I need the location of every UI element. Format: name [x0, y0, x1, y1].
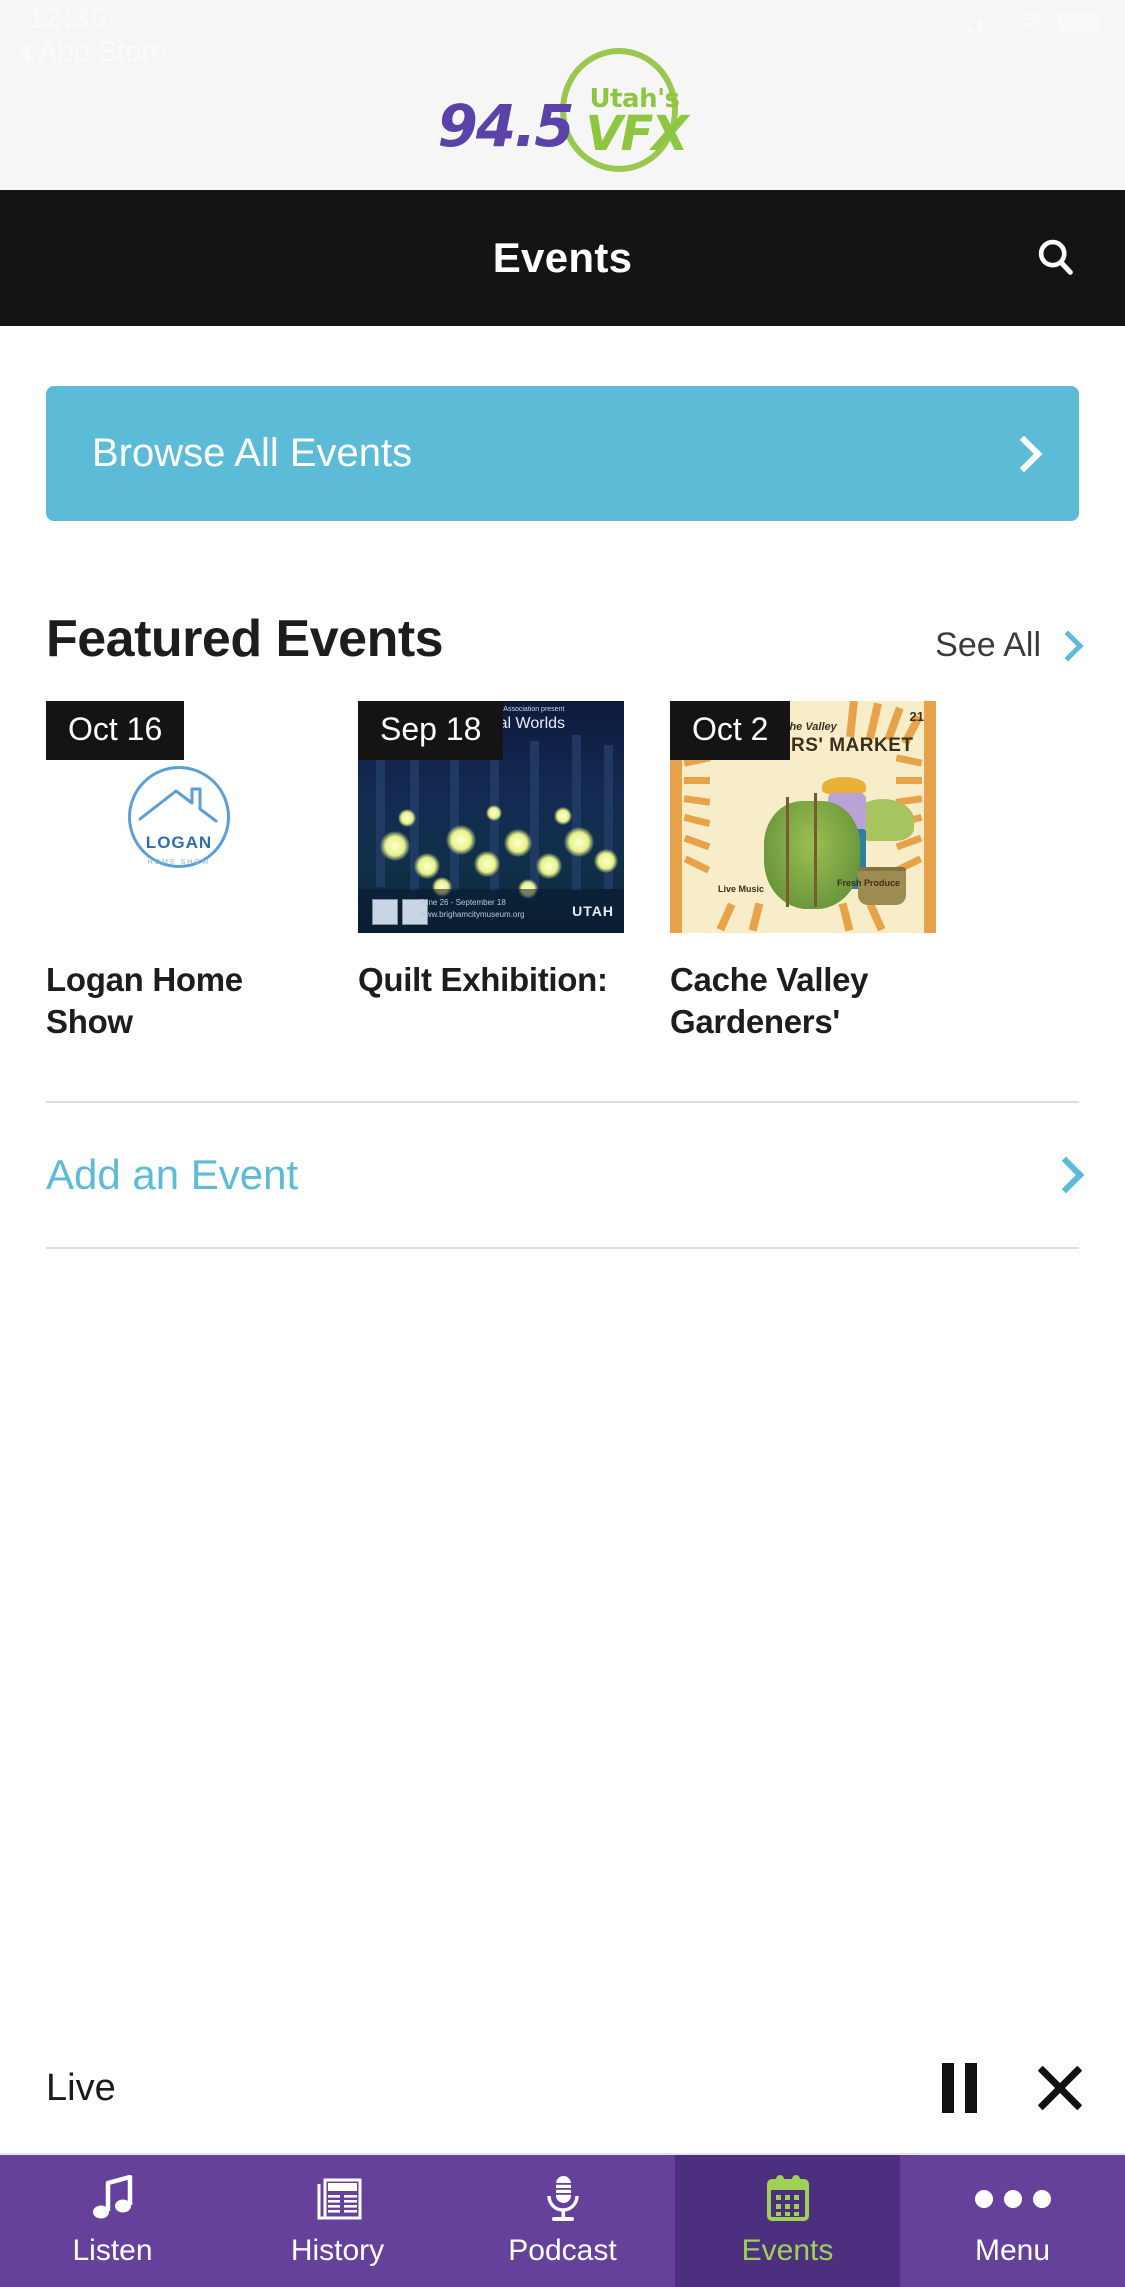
back-triangle-icon [18, 43, 30, 62]
page-title: Events [492, 234, 633, 281]
browse-all-events-button[interactable]: Browse All Events [46, 386, 1079, 521]
event-card[interactable]: Oct 16 LOGAN HOME SHOW Logan Home Show [46, 701, 312, 1043]
back-to-app-store-link[interactable]: App Store [18, 36, 167, 69]
tab-podcast[interactable]: Podcast [450, 2155, 675, 2287]
poster-sponsor-logo [372, 899, 398, 925]
station-logo: 94.5 Utah's VFX [438, 48, 688, 178]
chevron-right-icon [1005, 435, 1043, 472]
add-event-label: Add an Event [46, 1151, 299, 1199]
page-header: Events [0, 190, 1125, 326]
event-card[interactable]: Sep 18 Utah Art Quilt Association presen… [358, 701, 624, 1043]
add-event-row[interactable]: Add an Event [46, 1101, 1085, 1250]
see-all-label: See All [935, 626, 1041, 664]
tab-listen[interactable]: Listen [0, 2155, 225, 2287]
pause-icon[interactable] [942, 2063, 977, 2113]
tab-label: Podcast [508, 2234, 617, 2267]
bottom-tab-bar: Listen History Podcast Events Menu [0, 2153, 1125, 2287]
logo-frequency: 94.5 [437, 92, 575, 160]
event-date-badge: Sep 18 [358, 701, 504, 760]
section-title: Featured Events [46, 610, 444, 668]
wifi-icon [1015, 11, 1043, 34]
poster-dates-text: June 26 - September 18 [420, 898, 506, 907]
battery-icon [1057, 13, 1100, 33]
logo-wordmark: LOGAN [145, 833, 213, 853]
mini-player: Live [0, 2023, 1125, 2153]
poster-plant-shape [764, 801, 860, 909]
status-time: 12:36 [28, 2, 108, 35]
app-screen: 12:36 App Store 94.5 Utah's VFX Events B… [0, 0, 1125, 2287]
event-date-badge: Oct 2 [670, 701, 791, 760]
page-content: Browse All Events Featured Events See Al… [0, 326, 1125, 1250]
close-icon[interactable] [1035, 2063, 1085, 2113]
see-all-link[interactable]: See All [935, 626, 1084, 665]
back-label: App Store [38, 36, 167, 68]
event-title: Cache Valley Gardeners' [670, 961, 869, 1041]
player-controls [942, 2063, 1085, 2113]
tab-label: Menu [974, 2234, 1051, 2267]
poster-website-text: www.brighamcitymuseum.org [420, 910, 525, 919]
status-and-logo-zone: 12:36 App Store 94.5 Utah's VFX [0, 0, 1125, 190]
event-title: Logan Home Show [46, 961, 243, 1041]
house-roof-icon [138, 787, 218, 823]
logo-subtext: HOME SHOW [147, 858, 211, 866]
logo-callsign: VFX [585, 106, 689, 162]
player-status-label: Live [46, 2066, 116, 2109]
search-icon [1038, 239, 1073, 275]
chevron-right-icon [1047, 1157, 1085, 1194]
tab-events[interactable]: Events [675, 2155, 900, 2287]
ellipsis-icon [974, 2174, 1051, 2224]
signal-bars-icon [968, 12, 1001, 34]
featured-events-header: Featured Events See All [46, 609, 1084, 669]
music-note-icon [90, 2174, 136, 2224]
event-card[interactable]: Oct 2 Cache Valley GARDENERS' MARKET Liv… [670, 701, 936, 1043]
calendar-icon [765, 2174, 811, 2224]
poster-footer-bar: June 26 - September 18 www.brighamcitymu… [358, 889, 624, 933]
event-title: Quilt Exhibition: [358, 961, 608, 998]
tab-menu[interactable]: Menu [900, 2155, 1125, 2287]
status-bar: 12:36 [0, 0, 1125, 52]
poster-fresh-produce-text: Fresh Produce [836, 877, 900, 888]
browse-all-events-label: Browse All Events [92, 431, 413, 475]
tab-label: Listen [72, 2234, 153, 2267]
tab-history[interactable]: History [225, 2155, 450, 2287]
tab-label: History [290, 2234, 385, 2267]
chevron-right-icon [1052, 629, 1084, 662]
event-thumbnail: Oct 2 Cache Valley GARDENERS' MARKET Liv… [670, 701, 936, 933]
poster-sponsor-text: UTAH [572, 903, 614, 919]
event-date-badge: Oct 16 [46, 701, 185, 760]
microphone-icon [542, 2174, 584, 2224]
search-button[interactable] [1023, 225, 1089, 291]
event-thumbnail: Oct 16 LOGAN HOME SHOW [46, 701, 312, 933]
event-thumbnail: Sep 18 Utah Art Quilt Association presen… [358, 701, 624, 933]
tab-label: Events [741, 2234, 834, 2267]
poster-live-music-text: Live Music [718, 883, 765, 894]
poster-year-text: 21 [909, 709, 924, 724]
featured-events-list: Oct 16 LOGAN HOME SHOW Logan Home Show S… [46, 701, 1079, 1043]
newspaper-icon [313, 2174, 363, 2224]
status-icons [968, 11, 1100, 34]
